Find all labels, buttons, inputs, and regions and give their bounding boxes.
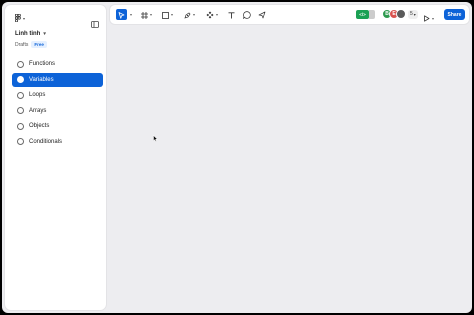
play-icon xyxy=(423,9,430,27)
page-item-label: Objects xyxy=(29,123,50,129)
text-icon xyxy=(228,6,235,24)
text-tool-button[interactable] xyxy=(228,9,235,20)
component-icon xyxy=(206,6,214,24)
circle-icon xyxy=(17,122,24,130)
toggle-sidebar-icon[interactable] xyxy=(91,15,99,33)
app-window: ▾ Linh tinh ▾ Drafts Free Functions Vari… xyxy=(2,2,472,313)
page-item-label: Arrays xyxy=(29,107,47,114)
pen-icon xyxy=(184,6,191,24)
canvas[interactable] xyxy=(108,26,472,313)
chevron-down-icon: ▾ xyxy=(432,15,435,21)
present-button[interactable]: ▾ xyxy=(423,9,434,27)
sidebar-header: ▾ xyxy=(15,14,103,28)
dev-mode-button[interactable]: </> xyxy=(356,10,369,19)
shape-tool-button[interactable]: ▾ xyxy=(162,9,173,20)
chevron-down-icon: ▾ xyxy=(43,31,46,37)
avatar[interactable] xyxy=(396,9,406,19)
pen-tool-button[interactable]: ▾ xyxy=(184,9,195,20)
actions-icon xyxy=(258,6,266,24)
page-item-label: Conditionals xyxy=(29,138,63,145)
chevron-down-icon: ▾ xyxy=(216,12,219,17)
location-label: Drafts xyxy=(15,41,29,48)
chevron-down-icon: ▾ xyxy=(413,11,416,17)
actions-tool-button[interactable] xyxy=(258,9,266,20)
circle-icon xyxy=(17,60,24,68)
page-item-loops[interactable]: Loops xyxy=(12,88,103,102)
chevron-down-icon: ▾ xyxy=(193,12,196,17)
top-toolbar: ▾ ▾ ▾ ▾ ▾ </> B E 5 ▾ ▾ Share xyxy=(110,5,469,24)
component-tool-button[interactable]: ▾ xyxy=(206,9,218,20)
main-menu-button[interactable]: ▾ xyxy=(15,14,25,22)
page-item-label: Loops xyxy=(29,92,46,98)
chevron-down-icon[interactable]: ▾ xyxy=(130,9,132,20)
page-item-objects[interactable]: Objects xyxy=(12,119,103,133)
cursor-arrow-icon xyxy=(118,6,125,24)
project-name[interactable]: Linh tinh ▾ xyxy=(15,31,46,37)
page-item-functions[interactable]: Functions xyxy=(12,57,103,71)
chevron-down-icon: ▾ xyxy=(171,12,174,17)
page-list: Functions Variables Loops Arrays Objects… xyxy=(12,57,103,150)
share-button[interactable]: Share xyxy=(444,9,465,20)
project-location: Drafts Free xyxy=(15,41,47,48)
plan-badge: Free xyxy=(31,41,47,48)
page-item-variables[interactable]: Variables xyxy=(12,72,103,87)
circle-icon xyxy=(17,76,24,83)
page-item-label: Variables xyxy=(29,76,54,83)
collaborator-count[interactable]: 5 ▾ xyxy=(408,9,418,19)
chevron-down-icon: ▾ xyxy=(23,15,26,21)
rectangle-icon xyxy=(162,6,169,24)
comment-icon xyxy=(243,6,251,24)
page-item-conditionals[interactable]: Conditionals xyxy=(12,135,103,149)
dev-mode-toggle[interactable] xyxy=(369,10,375,19)
collaborators[interactable]: B E 5 ▾ xyxy=(382,9,418,19)
page-item-arrays[interactable]: Arrays xyxy=(12,104,103,118)
comment-tool-button[interactable] xyxy=(243,9,251,20)
project-title: Linh tinh xyxy=(15,31,41,37)
chevron-down-icon: ▾ xyxy=(150,12,153,17)
circle-icon xyxy=(17,91,24,99)
frame-tool-button[interactable]: ▾ xyxy=(141,9,152,20)
left-sidebar: ▾ Linh tinh ▾ Drafts Free Functions Vari… xyxy=(5,5,106,310)
move-tool-button[interactable] xyxy=(116,9,127,20)
page-item-label: Functions xyxy=(29,61,56,67)
frame-icon xyxy=(141,6,148,24)
circle-icon xyxy=(17,107,24,114)
circle-icon xyxy=(17,138,24,145)
figma-logo-icon xyxy=(15,14,21,22)
mouse-cursor-icon xyxy=(153,129,159,147)
count-label: 5 xyxy=(410,11,413,17)
